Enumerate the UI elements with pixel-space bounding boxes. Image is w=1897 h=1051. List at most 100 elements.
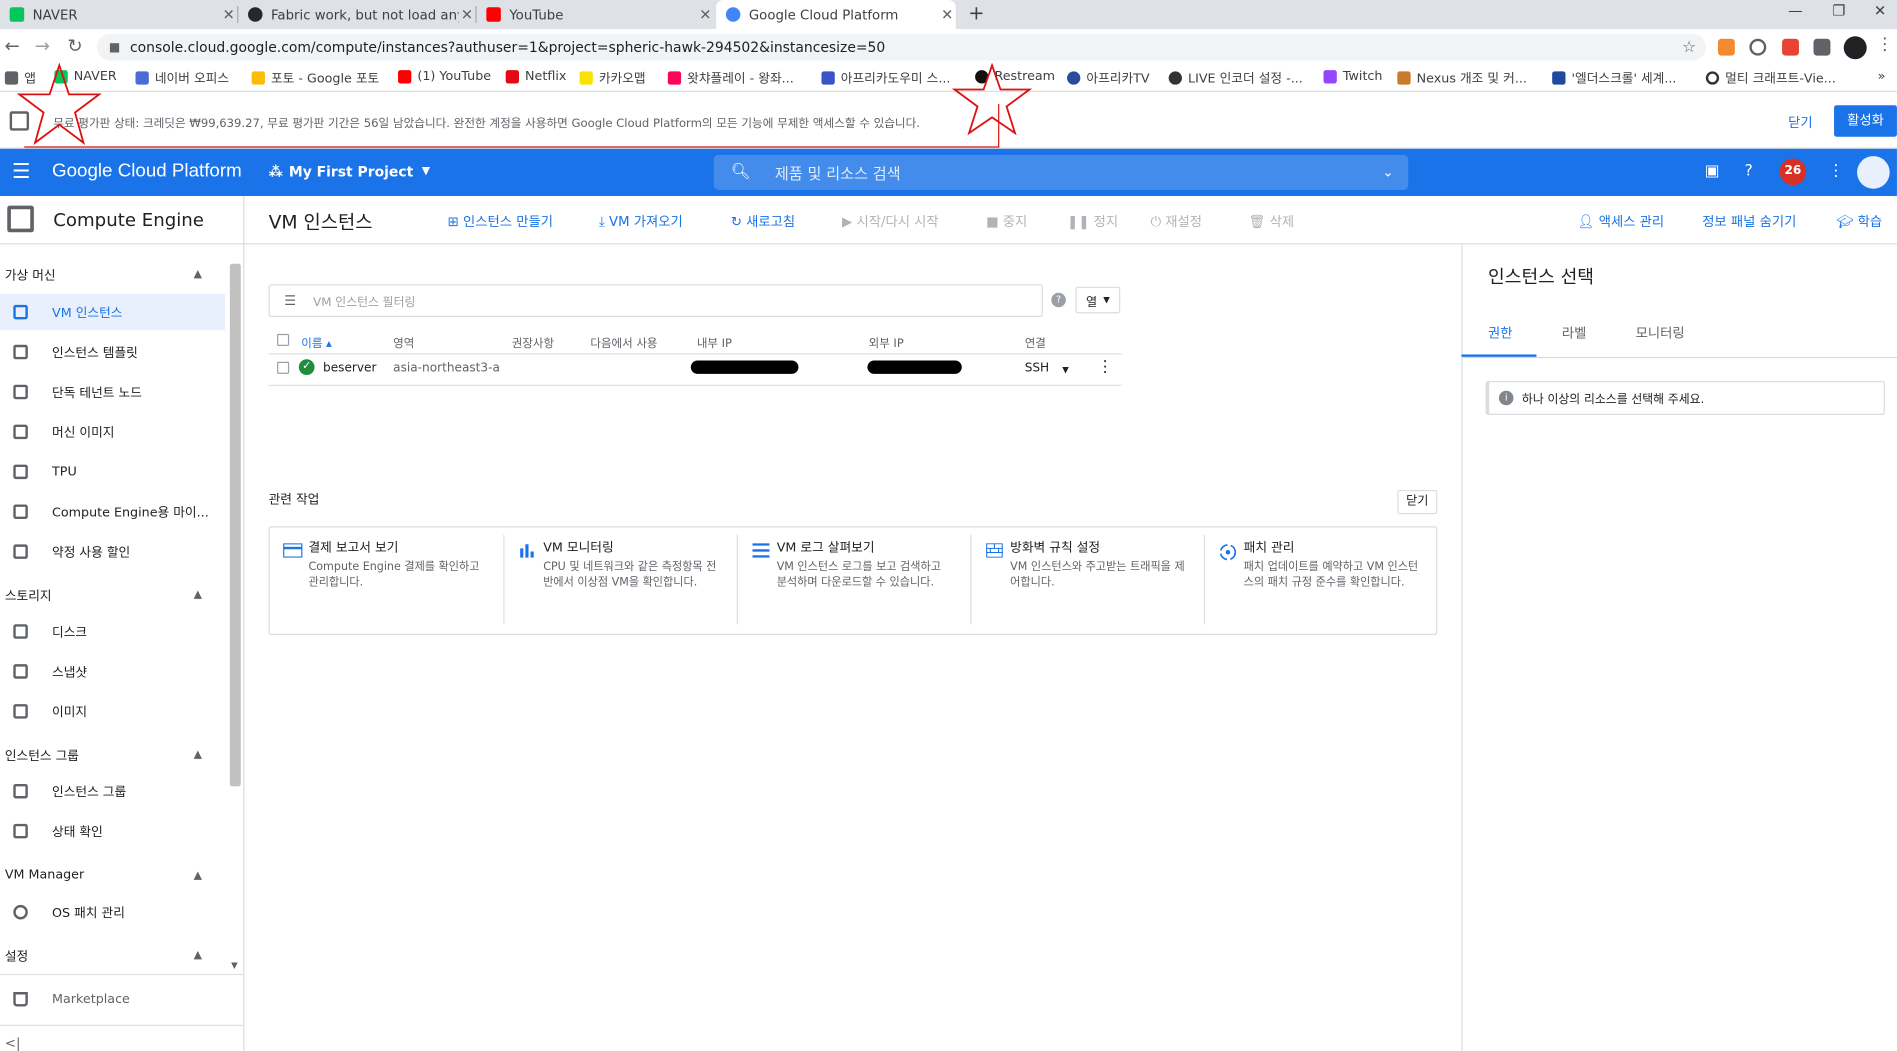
- chevron-up-icon[interactable]: ▲: [194, 269, 202, 281]
- reset-button[interactable]: ⏻ 재설정: [1151, 212, 1203, 231]
- column-in-use-by[interactable]: 다음에서 사용: [590, 334, 657, 351]
- project-selector[interactable]: ⁂ My First Project ▼: [269, 163, 431, 180]
- tab-monitoring[interactable]: 모니터링: [1636, 323, 1685, 342]
- bookmark-item[interactable]: 멀티 크래프트-Vie...: [1705, 69, 1836, 87]
- tab-permissions[interactable]: 권한: [1488, 323, 1512, 342]
- column-recommendations[interactable]: 권장사항: [512, 334, 554, 351]
- tab-youtube[interactable]: YouTube ✕: [477, 0, 714, 29]
- sidebar-item-instance-templates[interactable]: 인스턴스 템플릿: [0, 334, 225, 370]
- import-vm-button[interactable]: ⤓ VM 가져오기: [599, 212, 683, 231]
- bookmark-star-icon[interactable]: ☆: [1682, 38, 1696, 56]
- help-icon[interactable]: ?: [1745, 162, 1753, 180]
- chevron-up-icon[interactable]: ▲: [194, 950, 202, 962]
- column-external-ip[interactable]: 외부 IP: [869, 334, 904, 351]
- row-checkbox[interactable]: [277, 361, 290, 374]
- start-button[interactable]: ▶ 시작/다시 시작: [842, 212, 939, 231]
- resource-search[interactable]: 🔍︎ 제품 및 리소스 검색 ⌄: [713, 154, 1409, 190]
- browser-menu-icon[interactable]: ⋮: [1873, 35, 1897, 54]
- avatar[interactable]: [1857, 156, 1890, 189]
- hamburger-menu-icon[interactable]: ☰: [12, 160, 30, 184]
- stop-button[interactable]: ■ 중지: [986, 212, 1027, 231]
- section-settings[interactable]: 설정: [5, 947, 28, 965]
- column-name[interactable]: 이름 ▴: [301, 334, 332, 351]
- close-icon[interactable]: ✕: [697, 6, 714, 23]
- ssh-button[interactable]: SSH: [1025, 362, 1049, 375]
- bookmark-item[interactable]: Nexus 개조 및 커...: [1397, 69, 1527, 87]
- column-zone[interactable]: 영역: [393, 334, 414, 351]
- bookmark-item[interactable]: 왓챠플레이 - 왕좌...: [667, 69, 794, 87]
- column-internal-ip[interactable]: 내부 IP: [697, 334, 732, 351]
- more-bookmarks-icon[interactable]: »: [1878, 69, 1886, 84]
- collapse-sidebar-button[interactable]: <|: [5, 1036, 21, 1051]
- chevron-down-icon[interactable]: ⌄: [1383, 165, 1394, 181]
- chevron-up-icon[interactable]: ▲: [194, 749, 202, 761]
- new-tab-button[interactable]: +: [959, 2, 993, 26]
- bookmark-item[interactable]: LIVE 인코더 설정 -...: [1168, 69, 1303, 87]
- sidebar-item-tpu[interactable]: TPU: [0, 454, 225, 490]
- address-bar[interactable]: ■ console.cloud.google.com/compute/insta…: [96, 33, 1706, 61]
- dropdown-arrow-icon[interactable]: ▼: [1062, 365, 1069, 375]
- sidebar-item-committed-use[interactable]: 약정 사용 할인: [0, 534, 225, 570]
- extension-icon[interactable]: [1782, 38, 1799, 56]
- sidebar-item-migrate[interactable]: Compute Engine용 마이...: [0, 494, 225, 530]
- sidebar-item-disks[interactable]: 디스크: [0, 613, 225, 649]
- sidebar-item-marketplace[interactable]: Marketplace: [0, 981, 225, 1017]
- more-vert-icon[interactable]: ⋮: [1828, 162, 1844, 180]
- reload-icon[interactable]: ↻: [63, 35, 87, 57]
- extension-icon[interactable]: [1717, 38, 1735, 56]
- bookmark-item[interactable]: 네이버 오피스: [135, 69, 229, 87]
- back-icon[interactable]: ←: [0, 35, 24, 57]
- columns-button[interactable]: 열 ▼: [1075, 286, 1121, 314]
- profile-avatar[interactable]: [1843, 36, 1867, 60]
- bookmark-item[interactable]: 포토 - Google 포토: [251, 69, 379, 87]
- instance-name-link[interactable]: beserver: [323, 362, 376, 375]
- restore-icon[interactable]: ❐: [1822, 0, 1856, 24]
- related-close-button[interactable]: 닫기: [1397, 489, 1438, 515]
- minimize-icon[interactable]: —: [1778, 0, 1812, 24]
- close-icon[interactable]: ✕: [939, 6, 956, 23]
- puzzle-icon[interactable]: [1813, 38, 1831, 56]
- sidebar-item-sole-tenant-nodes[interactable]: 단독 테넌트 노드: [0, 374, 225, 410]
- chevron-up-icon[interactable]: ▲: [194, 870, 202, 882]
- bookmark-item[interactable]: Twitch: [1323, 69, 1382, 83]
- bookmark-item[interactable]: 아프리카TV: [1067, 69, 1150, 87]
- refresh-button[interactable]: ↻ 새로고침: [731, 212, 795, 231]
- tab-google-cloud[interactable]: Google Cloud Platform ✕: [716, 0, 956, 30]
- banner-close-button[interactable]: 닫기: [1788, 113, 1812, 132]
- sidebar-item-machine-images[interactable]: 머신 이미지: [0, 414, 225, 450]
- close-window-icon[interactable]: ✕: [1863, 0, 1897, 24]
- sidebar-item-snapshots[interactable]: 스냅샷: [0, 653, 225, 689]
- tab-naver[interactable]: NAVER ✕: [0, 0, 237, 29]
- section-vm-manager[interactable]: VM Manager: [5, 867, 84, 882]
- section-virtual-machines[interactable]: 가상 머신: [5, 266, 56, 284]
- create-instance-button[interactable]: ⊞ 인스턴스 만들기: [448, 212, 553, 231]
- bookmark-item[interactable]: 아프리카도우미 스...: [821, 69, 950, 87]
- scroll-down-icon[interactable]: ▼: [231, 961, 238, 971]
- column-connect[interactable]: 연결: [1025, 334, 1046, 351]
- sidebar-item-health-checks[interactable]: 상태 확인: [0, 813, 225, 849]
- sidebar-item-images[interactable]: 이미지: [0, 693, 225, 729]
- forward-icon[interactable]: →: [30, 35, 54, 57]
- activate-button[interactable]: 활성화: [1834, 105, 1897, 137]
- bookmark-item[interactable]: 카카오맵: [579, 69, 646, 87]
- close-icon[interactable]: ✕: [459, 6, 476, 23]
- more-vert-icon[interactable]: ⋮: [1097, 358, 1113, 376]
- tab-github[interactable]: Fabric work, but not load any m ✕: [238, 0, 475, 29]
- learn-button[interactable]: 🎓︎ 학습: [1836, 212, 1882, 231]
- instance-filter[interactable]: ☰ VM 인스턴스 필터링: [268, 284, 1043, 317]
- scrollbar-thumb[interactable]: [229, 263, 241, 787]
- chevron-up-icon[interactable]: ▲: [194, 589, 202, 601]
- section-storage[interactable]: 스토리지: [5, 587, 52, 605]
- cloud-shell-icon[interactable]: ▣: [1705, 162, 1720, 180]
- gcp-brand[interactable]: Google Cloud Platform: [52, 161, 242, 183]
- select-all-checkbox[interactable]: [277, 333, 290, 347]
- notifications-badge[interactable]: 26: [1779, 158, 1807, 186]
- sidebar-item-os-patch[interactable]: OS 패치 관리: [0, 894, 225, 930]
- bookmark-item[interactable]: '엘더스크롤' 세계...: [1552, 69, 1676, 87]
- bookmark-item[interactable]: (1) YouTube: [398, 69, 491, 83]
- extension-icon[interactable]: [1749, 38, 1767, 56]
- bookmark-item[interactable]: Netflix: [505, 69, 566, 83]
- section-instance-groups[interactable]: 인스턴스 그룹: [5, 746, 79, 764]
- sidebar-item-vm-instances[interactable]: VM 인스턴스: [0, 293, 226, 331]
- suspend-button[interactable]: ❚❚ 정지: [1067, 212, 1118, 231]
